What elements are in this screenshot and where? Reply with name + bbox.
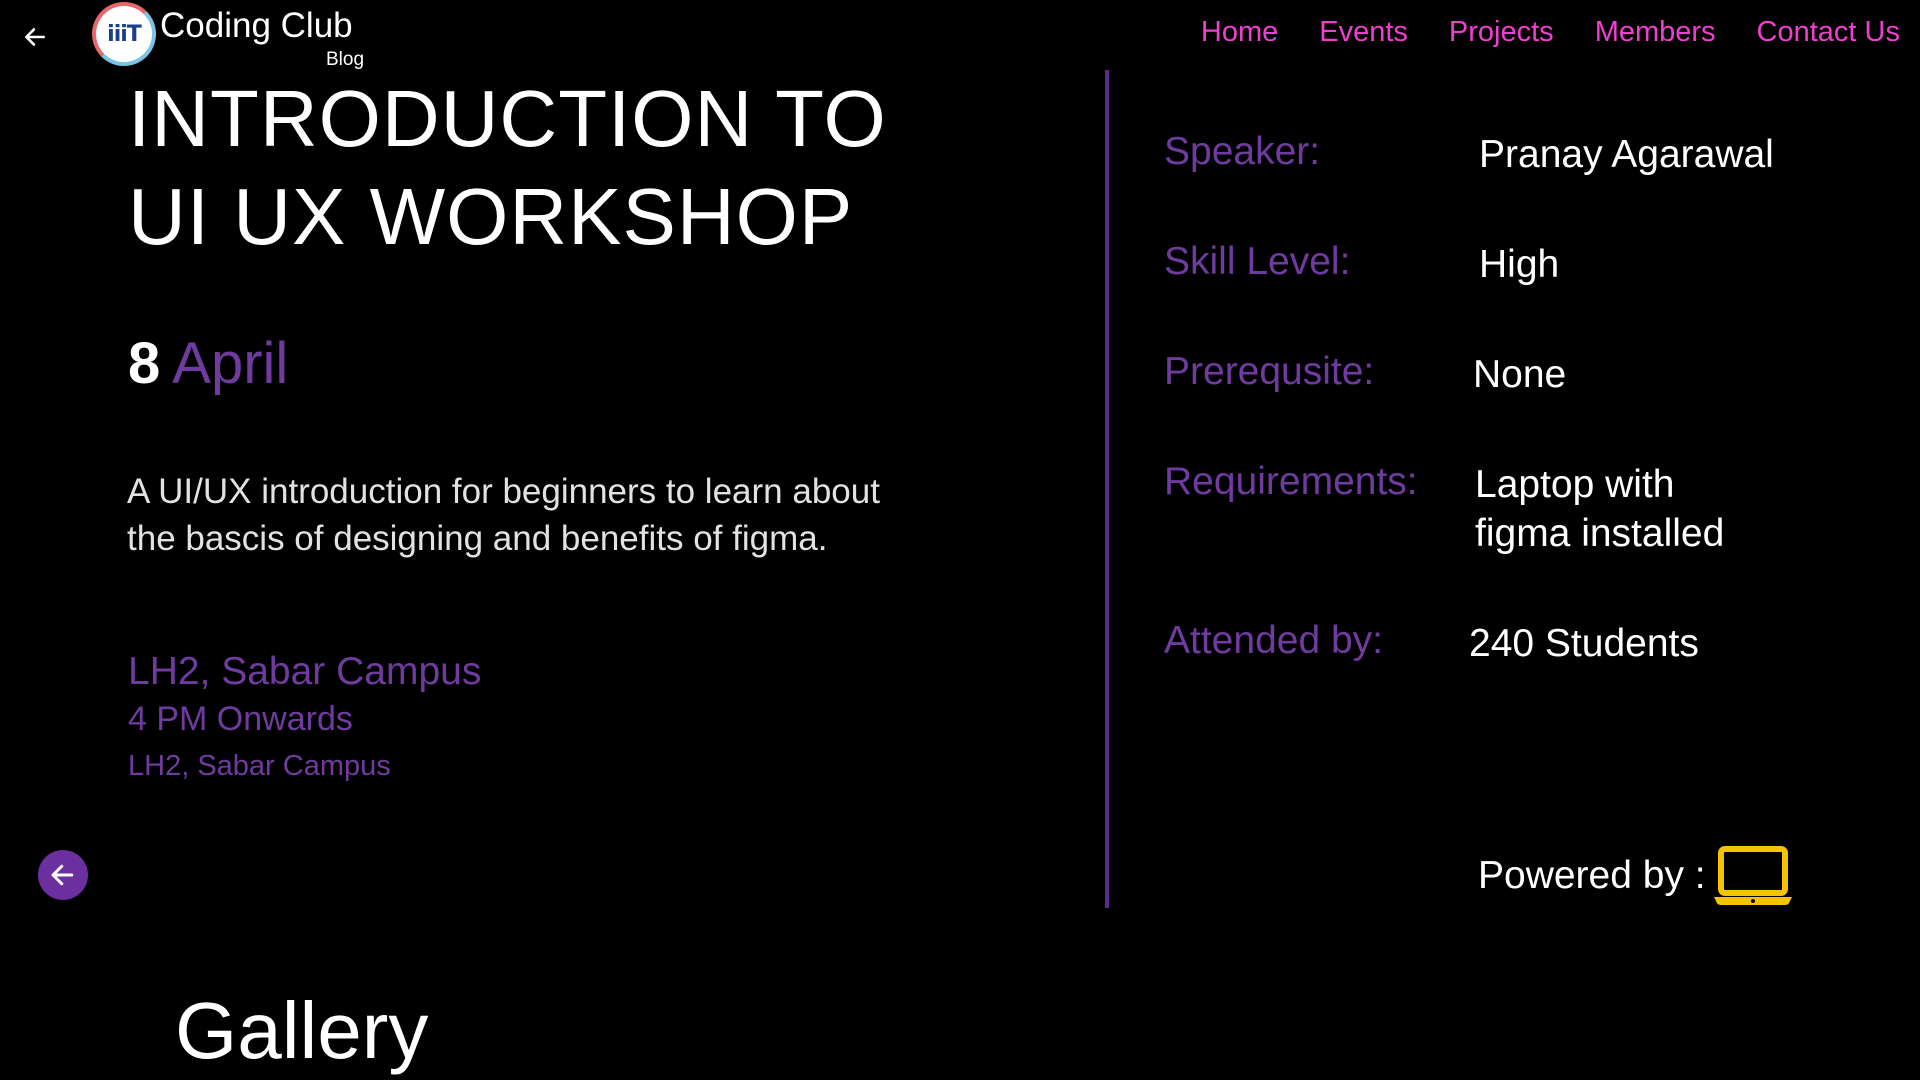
attended-by-value: 240 Students — [1469, 622, 1699, 665]
laptop-icon — [1713, 846, 1792, 905]
nav-members[interactable]: Members — [1595, 16, 1716, 49]
event-page: iiiT Coding Club Blog Home Events Projec… — [0, 0, 1920, 1080]
event-time: 4 PM Onwards — [128, 700, 353, 738]
event-description: A UI/UX introduction for beginners to le… — [127, 472, 880, 558]
powered-by-label: Powered by : — [1478, 854, 1706, 897]
event-date-month: April — [172, 331, 289, 396]
prerequisite-value: None — [1473, 353, 1567, 396]
skill-level-label: Skill Level: — [1164, 240, 1351, 283]
event-date: 8 April — [128, 330, 288, 397]
requirements-line1: Laptop with — [1475, 463, 1675, 506]
requirements-label: Requirements: — [1164, 460, 1418, 503]
arrow-left-icon — [51, 864, 74, 886]
powered-by: Powered by : — [1478, 845, 1794, 907]
event-title-line1: Introduction to — [128, 74, 887, 163]
requirements-value: Laptop with figma installed — [1475, 460, 1724, 558]
nav-events[interactable]: Events — [1319, 16, 1408, 49]
event-venue-secondary: LH2, Sabar Campus — [128, 750, 391, 782]
event-date-day: 8 — [128, 331, 161, 396]
nav-projects[interactable]: Projects — [1449, 16, 1554, 49]
prerequisite-label: Prerequsite: — [1164, 350, 1375, 393]
event-title: Introduction to UI UX Workshop — [128, 70, 928, 266]
club-logo[interactable]: iiiT — [92, 2, 156, 66]
event-venue: LH2, Sabar Campus — [128, 650, 482, 693]
logo-mark: iiiT — [107, 21, 142, 47]
circle-back-button[interactable] — [38, 850, 88, 900]
back-arrow-icon[interactable] — [20, 22, 50, 52]
requirements-line2: figma installed — [1475, 512, 1725, 555]
brand-title[interactable]: Coding Club — [160, 6, 353, 46]
skill-level-value: High — [1479, 243, 1560, 286]
attended-by-label: Attended by: — [1164, 619, 1383, 662]
gallery-heading: Gallery — [175, 986, 429, 1075]
speaker-value: Pranay Agarawal — [1479, 133, 1774, 176]
nav-contact-us[interactable]: Contact Us — [1757, 16, 1900, 49]
column-divider — [1105, 70, 1109, 908]
main-nav: Home Events Projects Members Contact Us — [1201, 16, 1900, 49]
brand-subtitle: Blog — [326, 49, 365, 70]
speaker-label: Speaker: — [1164, 130, 1321, 173]
event-title-line2: UI UX Workshop — [128, 172, 854, 261]
nav-home[interactable]: Home — [1201, 16, 1278, 49]
